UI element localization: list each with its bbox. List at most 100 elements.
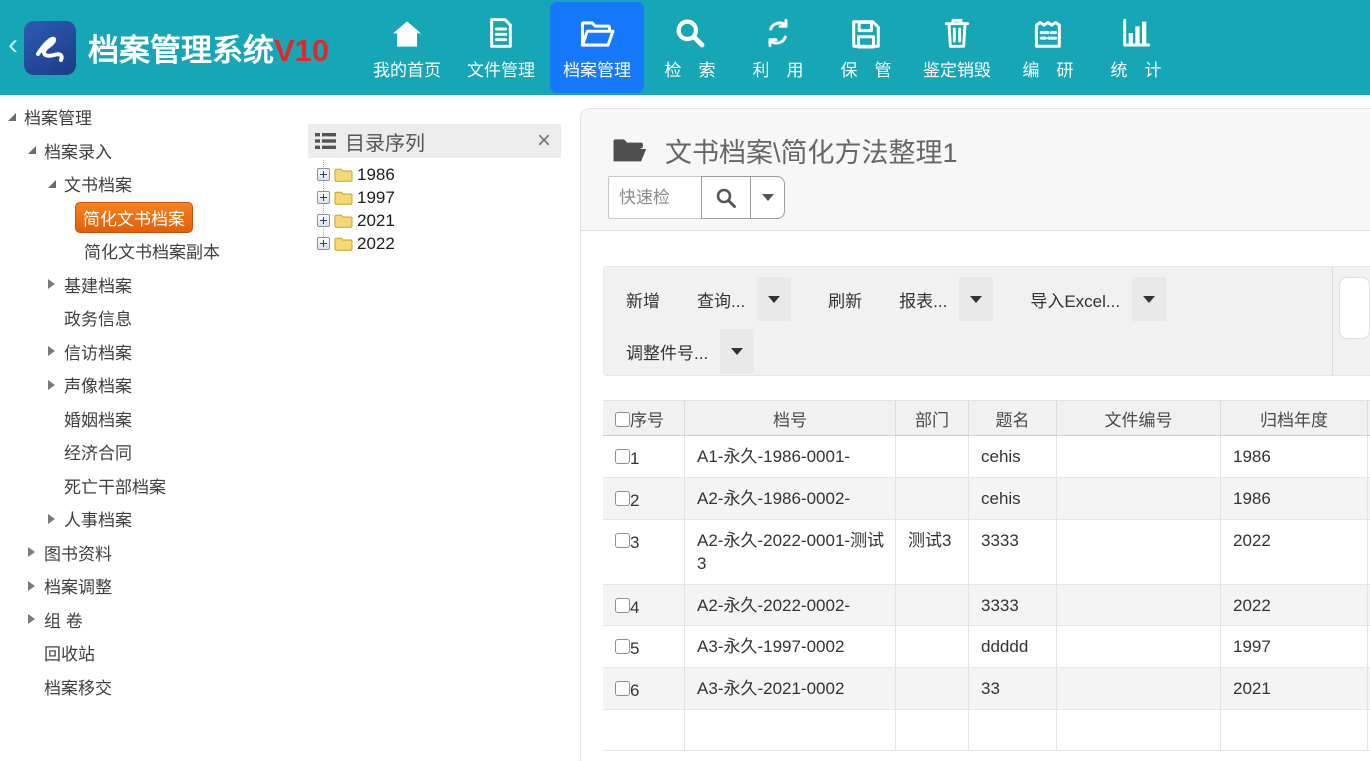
sidebar-item-label: 人事档案 [64, 506, 132, 531]
table-row[interactable]: 4A2-永久-2022-0002-33332022 [603, 585, 1370, 627]
table-row[interactable]: 3A2-永久-2022-0001-测试3测试333332022 [603, 520, 1370, 585]
expand-plus-icon[interactable] [317, 214, 330, 227]
toolbar-button-report[interactable]: 报表... [899, 287, 947, 312]
app-header: ‹ 档案管理系统V10 我的首页文件管理档案管理检 索利 用保 管鉴定销毁编 研… [0, 0, 1370, 95]
sidebar-item[interactable]: 回收站 [0, 636, 300, 670]
toolbar-button-add[interactable]: 新增 [626, 287, 660, 312]
nav-item-label: 检 索 [665, 56, 716, 81]
toolbar-button-refresh[interactable]: 刷新 [828, 287, 862, 312]
toolbar-caret-import-excel[interactable] [1132, 277, 1166, 321]
sidebar-item[interactable]: 简化文书档案 [0, 201, 300, 235]
catalog-panel-header: 目录序列 × [308, 124, 561, 158]
sidebar-item[interactable]: 政务信息 [0, 301, 300, 335]
row-select-cell: 4 [603, 585, 685, 626]
tree-collapsed-arrow-icon[interactable] [48, 514, 64, 524]
row-number: 3 [630, 531, 639, 555]
cell-archive-no: A2-永久-2022-0002- [685, 585, 896, 626]
nav-item-label: 我的首页 [373, 56, 441, 81]
top-nav: 我的首页文件管理档案管理检 索利 用保 管鉴定销毁编 研统 计 [360, 0, 1180, 95]
nav-item-statistics[interactable]: 统 计 [1092, 0, 1180, 95]
catalog-year-item[interactable]: 2021 [317, 209, 561, 232]
row-checkbox[interactable] [615, 598, 630, 613]
sidebar-item[interactable]: 档案移交 [0, 670, 300, 704]
toolbar-caret-report[interactable] [959, 277, 993, 321]
table-row[interactable]: 1A1-永久-1986-0001-cehis1986 [603, 436, 1370, 478]
nav-item-storage[interactable]: 保 管 [822, 0, 910, 95]
toolbar-button-import-excel[interactable]: 导入Excel... [1030, 287, 1120, 312]
tree-collapsed-arrow-icon[interactable] [28, 547, 44, 557]
folder-icon [334, 168, 353, 182]
table-row[interactable]: 5A3-永久-1997-0002ddddd1997 [603, 626, 1370, 668]
toolbar-caret-adjust-item-no[interactable] [720, 329, 754, 373]
row-checkbox[interactable] [615, 491, 630, 506]
toolbar-overflow-button[interactable] [1339, 277, 1370, 339]
toolbar-button-query[interactable]: 查询... [697, 287, 745, 312]
tree-collapsed-arrow-icon[interactable] [48, 380, 64, 390]
nav-item-compile-research[interactable]: 编 研 [1004, 0, 1092, 95]
tree-expanded-arrow-icon[interactable] [8, 113, 24, 121]
cell-title: ddddd [969, 626, 1057, 667]
row-number: 5 [630, 637, 639, 661]
sidebar-item-label: 经济合同 [64, 439, 132, 464]
close-icon[interactable]: × [537, 129, 551, 153]
sidebar-item[interactable]: 组 卷 [0, 603, 300, 637]
catalog-year-item[interactable]: 1986 [317, 163, 561, 186]
row-checkbox[interactable] [615, 639, 630, 654]
nav-item-retrieve[interactable]: 检 索 [646, 0, 734, 95]
sidebar-item[interactable]: 婚姻档案 [0, 402, 300, 436]
sidebar-item[interactable]: 文书档案 [0, 167, 300, 201]
table-row[interactable]: 2A2-永久-1986-0002-cehis1986 [603, 478, 1370, 520]
expand-plus-icon[interactable] [317, 237, 330, 250]
toolbar-caret-query[interactable] [757, 277, 791, 321]
nav-item-archive-management[interactable]: 档案管理 [550, 2, 644, 93]
nav-item-label: 鉴定销毁 [923, 56, 991, 81]
search-button[interactable] [701, 176, 751, 219]
sidebar-item[interactable]: 简化文书档案副本 [0, 234, 300, 268]
sidebar-item[interactable]: 图书资料 [0, 536, 300, 570]
tree-expanded-arrow-icon[interactable] [48, 180, 64, 188]
select-all-checkbox[interactable] [615, 412, 630, 427]
nav-item-utilize[interactable]: 利 用 [734, 0, 822, 95]
row-checkbox[interactable] [615, 449, 630, 464]
quick-search-input[interactable] [608, 176, 701, 219]
sidebar-item[interactable]: 声像档案 [0, 368, 300, 402]
back-chevron-icon[interactable]: ‹ [8, 30, 18, 60]
sidebar-item[interactable]: 档案录入 [0, 134, 300, 168]
nav-item-my-home[interactable]: 我的首页 [360, 0, 454, 95]
sidebar-item[interactable]: 档案调整 [0, 569, 300, 603]
nav-item-appraise-destroy[interactable]: 鉴定销毁 [910, 0, 1004, 95]
nav-item-label: 统 计 [1111, 56, 1162, 81]
sidebar-item-label: 简化文书档案副本 [84, 238, 220, 263]
expand-plus-icon[interactable] [317, 168, 330, 181]
cell-file-no [1057, 436, 1221, 477]
tree-collapsed-arrow-icon[interactable] [28, 614, 44, 624]
cell-year: 2022 [1221, 585, 1368, 626]
tree-collapsed-arrow-icon[interactable] [48, 279, 64, 289]
nav-item-file-management[interactable]: 文件管理 [454, 0, 548, 95]
expand-plus-icon[interactable] [317, 191, 330, 204]
tree-collapsed-arrow-icon[interactable] [48, 346, 64, 356]
sidebar-item[interactable]: 死亡干部档案 [0, 469, 300, 503]
recycle-icon [762, 15, 794, 49]
column-header-label: 部门 [915, 406, 949, 431]
toolbar-button-adjust-item-no[interactable]: 调整件号... [626, 339, 708, 364]
sidebar-item[interactable]: 信访档案 [0, 335, 300, 369]
column-header-label: 题名 [996, 406, 1030, 431]
table-row[interactable]: 6A3-永久-2021-0002332021 [603, 668, 1370, 710]
row-checkbox[interactable] [615, 533, 630, 548]
search-options-dropdown[interactable] [751, 176, 785, 219]
sidebar-item[interactable]: 人事档案 [0, 502, 300, 536]
sidebar-item[interactable]: 基建档案 [0, 268, 300, 302]
search-icon [674, 15, 706, 49]
cell-empty [896, 710, 969, 750]
app-title: 档案管理系统V10 [88, 25, 329, 70]
sidebar-item-label: 图书资料 [44, 540, 112, 565]
tree-collapsed-arrow-icon[interactable] [28, 581, 44, 591]
catalog-year-item[interactable]: 1997 [317, 186, 561, 209]
catalog-year-item[interactable]: 2022 [317, 232, 561, 255]
row-checkbox[interactable] [615, 681, 630, 696]
tree-expanded-arrow-icon[interactable] [28, 146, 44, 154]
table-row-partial[interactable] [603, 710, 1370, 751]
sidebar-item[interactable]: 经济合同 [0, 435, 300, 469]
sidebar-item[interactable]: 档案管理 [0, 100, 300, 134]
